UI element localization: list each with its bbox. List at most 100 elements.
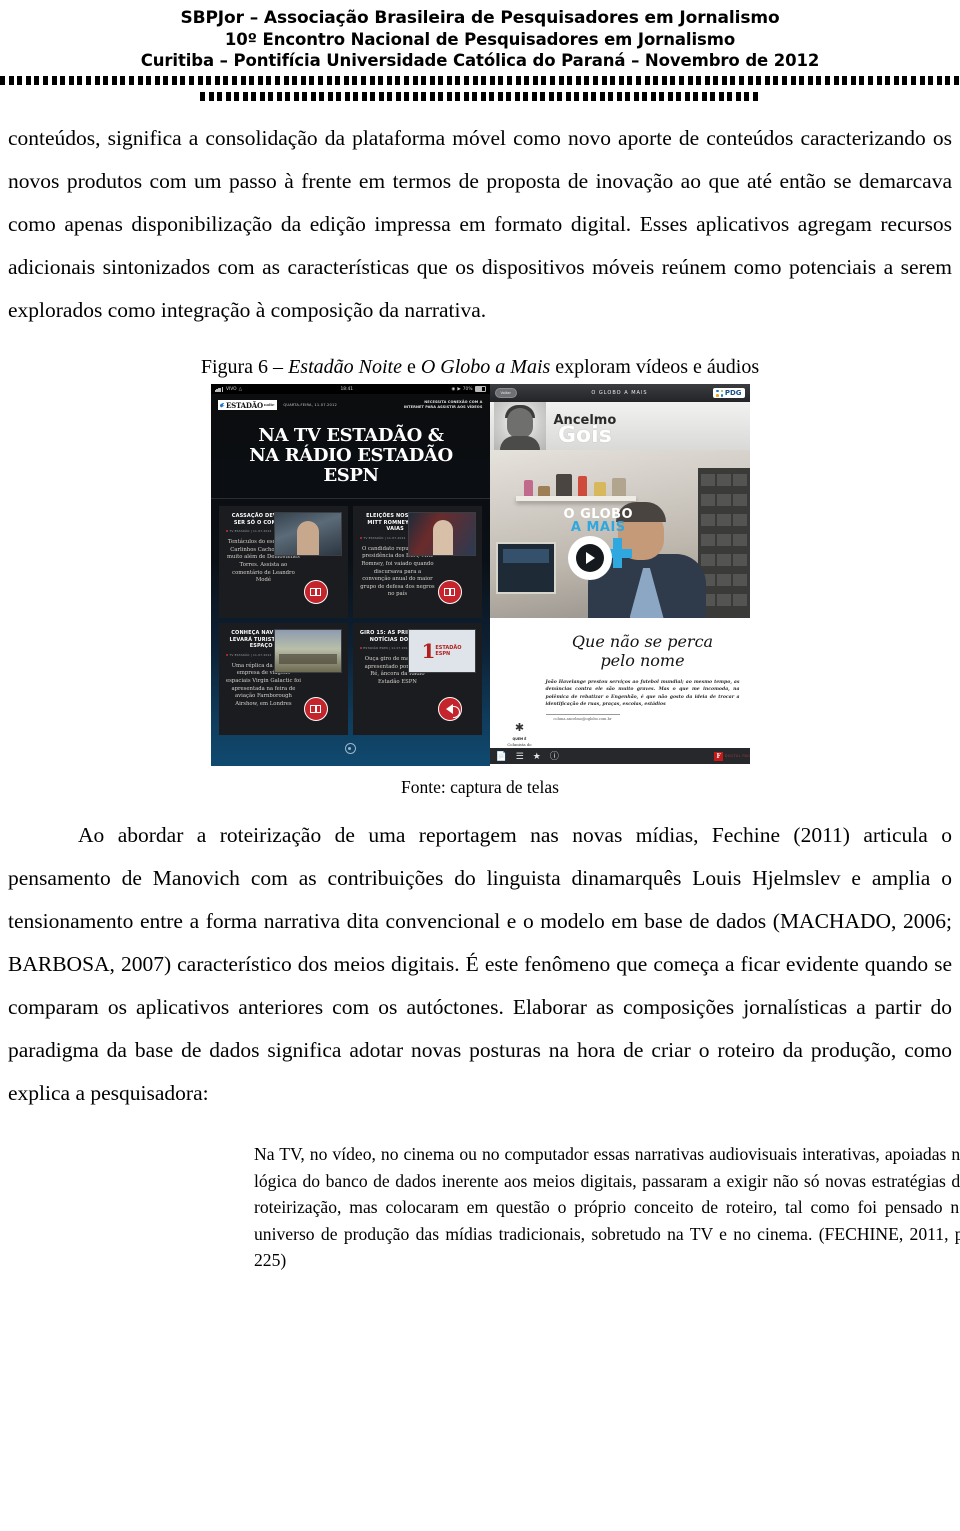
portrait-head bbox=[506, 408, 533, 438]
rule-dot bbox=[608, 92, 613, 101]
ios-status-bar: VIVO △ 18:41 ◉ ▶ 70% bbox=[210, 384, 490, 394]
rule-dot bbox=[438, 76, 444, 85]
figure-screenshots: VIVO △ 18:41 ◉ ▶ 70% ESTADÃO noite QUART… bbox=[210, 384, 750, 766]
page-indicator[interactable] bbox=[211, 741, 490, 759]
play-video-button[interactable] bbox=[437, 580, 462, 604]
play-button-inner bbox=[575, 544, 604, 572]
play-icon bbox=[586, 552, 595, 564]
rule-dot bbox=[523, 92, 528, 101]
rule-dot bbox=[627, 76, 633, 85]
rule-dot bbox=[352, 76, 358, 85]
rule-dot bbox=[309, 76, 315, 85]
figure-caption-app2: O Globo a Mais bbox=[420, 356, 551, 378]
block-quote-fechine: Na TV, no vídeo, no cinema ou no computa… bbox=[254, 1144, 960, 1270]
rule-dot bbox=[644, 76, 650, 85]
card-thumbnail: 1 ESTADÃO ESPN bbox=[407, 629, 476, 673]
rule-dot bbox=[599, 92, 605, 101]
rule-dot bbox=[876, 76, 882, 85]
rule-dot bbox=[591, 92, 596, 101]
bullet-icon bbox=[359, 646, 362, 650]
paragraph-continuation: conteúdos, significa a consolidação da p… bbox=[8, 126, 952, 322]
rule-dot bbox=[154, 76, 160, 85]
play-audio-button[interactable] bbox=[437, 697, 462, 721]
rule-dot bbox=[300, 76, 306, 85]
figure-caption-suffix: exploram vídeos e áudios bbox=[550, 356, 760, 378]
rule-dot bbox=[446, 76, 452, 85]
aside-label: QUEM É bbox=[512, 737, 527, 741]
rule-dot bbox=[94, 76, 100, 85]
figure-6: Figura 6 – Estadão Noite e O Globo a Mai… bbox=[8, 354, 952, 798]
rule-dot bbox=[790, 76, 796, 85]
rule-dot bbox=[735, 92, 741, 101]
star-icon[interactable]: ★ bbox=[533, 751, 541, 761]
header-line-organization: SBPJor – Associação Brasileira de Pesqui… bbox=[180, 8, 780, 28]
rule-dot bbox=[506, 92, 511, 101]
rule-dot bbox=[180, 76, 186, 85]
news-card[interactable]: CASSAÇÃO DEVERIA SER SÓ O COMEÇO TV ESTA… bbox=[218, 506, 348, 618]
rule-dot bbox=[584, 76, 590, 85]
video-player[interactable]: O GLOBO A MAIS bbox=[489, 450, 750, 618]
estadao-logo[interactable]: ESTADÃO noite bbox=[217, 400, 278, 410]
rule-dot bbox=[387, 92, 392, 101]
rule-dot bbox=[684, 92, 690, 101]
scene-monitor bbox=[495, 542, 556, 594]
estadao-bird-icon bbox=[219, 402, 225, 408]
rule-dot bbox=[360, 76, 366, 85]
pdg-sponsor-logo[interactable]: PDG bbox=[713, 388, 745, 398]
rule-dot bbox=[816, 76, 822, 85]
rule-dot bbox=[344, 92, 350, 101]
rule-dot bbox=[292, 76, 298, 85]
rule-dot bbox=[310, 92, 316, 101]
rule-dot bbox=[249, 76, 255, 85]
video-icon bbox=[444, 588, 455, 596]
rule-dot bbox=[128, 76, 134, 85]
rule-dot bbox=[670, 76, 676, 85]
play-button[interactable] bbox=[567, 536, 612, 580]
rule-dot bbox=[171, 76, 177, 85]
rule-dot bbox=[592, 76, 598, 85]
figure-caption: Figura 6 – Estadão Noite e O Globo a Mai… bbox=[8, 354, 952, 380]
rule-dot bbox=[548, 92, 554, 101]
battery-percent: 70% bbox=[462, 386, 473, 392]
rule-dot bbox=[353, 92, 358, 101]
info-icon[interactable]: ⓘ bbox=[550, 751, 559, 761]
rule-dot bbox=[455, 92, 460, 101]
play-video-button[interactable] bbox=[303, 697, 328, 721]
article-email[interactable]: coluna.ancelmo@oglobo.com.br bbox=[545, 713, 620, 721]
rule-dot bbox=[335, 76, 341, 85]
list-icon[interactable]: ☰ bbox=[516, 751, 524, 761]
scene-shelf bbox=[515, 496, 636, 501]
rule-dot bbox=[60, 76, 66, 85]
rule-dot bbox=[633, 92, 639, 101]
rule-dot bbox=[200, 92, 205, 101]
bullet-icon bbox=[225, 653, 228, 656]
news-card[interactable]: ELEIÇÕES NOS EUA: MITT ROMNEY SOB VAIAS … bbox=[352, 506, 482, 618]
document-body: conteúdos, significa a consolidação da p… bbox=[0, 117, 960, 1274]
estadao-edition-date: QUARTA-FEIRA, 11.07.2012 bbox=[283, 403, 337, 407]
news-card[interactable]: CONHEÇA NAVE QUE LEVARÁ TURISTAS AO ESPA… bbox=[218, 623, 348, 735]
rule-dot bbox=[550, 76, 555, 85]
rule-dot bbox=[744, 92, 749, 101]
espn-stack: ESTADÃO ESPN bbox=[435, 645, 461, 657]
rule-dot bbox=[395, 76, 401, 85]
rule-dot bbox=[8, 76, 14, 85]
section-title-line-2: NA RÁDIO ESTADÃO ESPN bbox=[249, 445, 453, 486]
rotation-lock-icon: ◉ bbox=[451, 386, 456, 392]
rule-dot bbox=[701, 92, 707, 101]
rule-dot bbox=[343, 76, 349, 85]
rule-dot bbox=[275, 76, 280, 85]
espn-number: 1 bbox=[421, 639, 436, 663]
status-right: ◉ ▶ 70% bbox=[451, 385, 487, 393]
rule-dot bbox=[489, 76, 495, 85]
espn-line-2: ESPN bbox=[435, 651, 451, 657]
video-icon bbox=[310, 588, 321, 596]
pdg-mark-icon bbox=[716, 389, 724, 397]
rule-dot bbox=[217, 92, 222, 101]
article-headline-line-2: pelo nome bbox=[600, 651, 685, 670]
news-card[interactable]: GIRO 15: AS PRINCIPAIS NOTÍCIAS DO DIA E… bbox=[352, 623, 482, 735]
rule-dot bbox=[242, 92, 248, 101]
pages-icon[interactable]: 📄 bbox=[496, 751, 507, 761]
play-video-button[interactable] bbox=[303, 580, 328, 604]
rule-dot bbox=[601, 76, 607, 85]
rule-dot bbox=[421, 76, 427, 85]
